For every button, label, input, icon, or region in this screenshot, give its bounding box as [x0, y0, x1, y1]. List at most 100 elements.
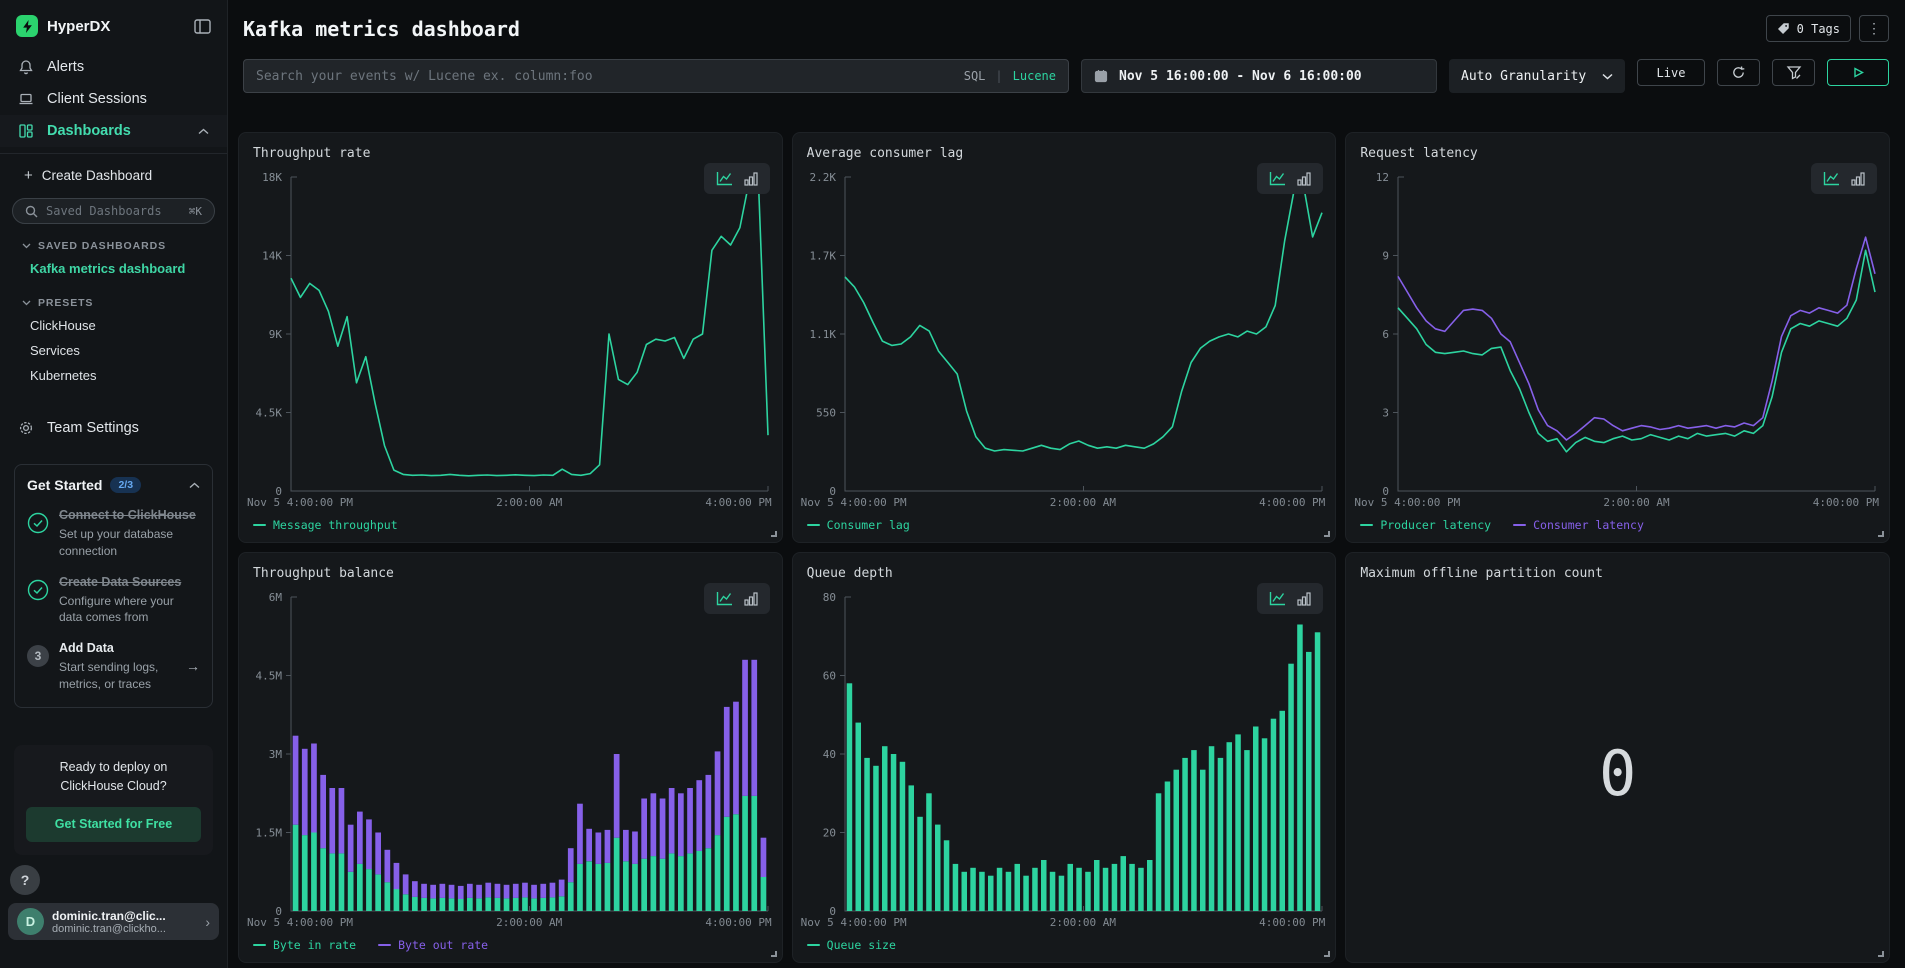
svg-text:2.2K: 2.2K: [809, 171, 836, 184]
step-title: Connect to ClickHouse: [59, 508, 196, 522]
chart-area[interactable]: 0: [1352, 585, 1883, 962]
legend-item[interactable]: Byte in rate: [253, 938, 356, 952]
svg-text:3: 3: [1383, 407, 1390, 420]
sidebar-item-dashboards[interactable]: Dashboards: [0, 115, 227, 147]
section-presets[interactable]: PRESETS: [0, 281, 227, 313]
panel-average-consumer-lag: Average consumer lag 05501.1K1.7K2.2K No…: [792, 132, 1337, 543]
sidebar-item-label: Dashboards: [47, 123, 131, 139]
progress-badge: 2/3: [110, 477, 141, 493]
preset-clickhouse[interactable]: ClickHouse: [0, 313, 227, 338]
arrow-right-icon: →: [186, 658, 200, 674]
line-chart-icon[interactable]: [1269, 591, 1286, 606]
resize-handle[interactable]: [771, 531, 777, 537]
chart-legend: Message throughput: [239, 509, 782, 542]
resize-handle[interactable]: [1878, 531, 1884, 537]
panel-throughput-balance: Throughput balance 01.5M3M4.5M6M Nov 5 4…: [238, 552, 783, 963]
bar-chart-icon[interactable]: [1297, 171, 1311, 186]
legend-swatch: [253, 524, 266, 526]
chart-area[interactable]: 01.5M3M4.5M6M: [245, 585, 776, 915]
preset-services[interactable]: Services: [0, 338, 227, 363]
event-search[interactable]: SQL | Lucene: [243, 59, 1069, 93]
legend-item[interactable]: Message throughput: [253, 518, 398, 532]
live-button[interactable]: Live: [1637, 59, 1705, 86]
svg-text:9: 9: [1383, 250, 1390, 263]
line-chart-icon[interactable]: [716, 591, 733, 606]
svg-text:4.5M: 4.5M: [256, 670, 283, 683]
line-chart-icon[interactable]: [1823, 171, 1840, 186]
sidebar-item-alerts[interactable]: Alerts: [0, 51, 227, 83]
calendar-icon: [1094, 69, 1108, 83]
chart-type-toggle[interactable]: [704, 583, 770, 614]
chart-legend: Queue size: [793, 929, 1336, 962]
line-chart-icon[interactable]: [716, 171, 733, 186]
resize-handle[interactable]: [771, 951, 777, 957]
panel-title: Queue depth: [807, 566, 893, 581]
saved-dashboards-search-input[interactable]: [46, 204, 181, 218]
get-started-free-button[interactable]: Get Started for Free: [26, 807, 201, 842]
svg-text:550: 550: [816, 407, 836, 420]
sidebar-item-client-sessions[interactable]: Client Sessions: [0, 83, 227, 115]
legend-swatch: [1513, 524, 1526, 526]
x-axis-labels: Nov 5 4:00:00 PM2:00:00 AM4:00:00 PM: [239, 915, 782, 929]
collapse-sidebar-icon[interactable]: [194, 19, 211, 34]
more-options-button[interactable]: ⋮: [1859, 15, 1889, 42]
saved-dashboard-kafka[interactable]: Kafka metrics dashboard: [0, 256, 227, 281]
chart-area[interactable]: 020406080: [799, 585, 1330, 915]
sql-mode-toggle[interactable]: SQL: [964, 69, 986, 83]
legend-item[interactable]: Queue size: [807, 938, 896, 952]
bar-chart-icon[interactable]: [1297, 591, 1311, 606]
legend-item[interactable]: Producer latency: [1360, 518, 1491, 532]
chart-area[interactable]: 04.5K9K14K18K: [245, 165, 776, 495]
chevron-up-icon[interactable]: [198, 128, 209, 135]
saved-dashboards-search[interactable]: ⌘K: [12, 198, 215, 224]
search-icon: [25, 205, 38, 218]
chart-type-toggle[interactable]: [1811, 163, 1877, 194]
user-menu[interactable]: D dominic.tran@clic... dominic.tran@clic…: [8, 903, 219, 940]
resize-handle[interactable]: [1324, 951, 1330, 957]
svg-text:6M: 6M: [269, 591, 283, 604]
panel-queue-depth: Queue depth 020406080 Nov 5 4:00:00 PM2:…: [792, 552, 1337, 963]
chart-legend: Byte in rate Byte out rate: [239, 929, 782, 962]
step-add-data[interactable]: 3 Add Data Start sending logs, metrics, …: [27, 639, 200, 693]
legend-item[interactable]: Consumer latency: [1513, 518, 1644, 532]
lucene-mode-toggle[interactable]: Lucene: [1013, 69, 1056, 83]
preset-kubernetes[interactable]: Kubernetes: [0, 363, 227, 388]
chart-type-toggle[interactable]: [704, 163, 770, 194]
step-connect-clickhouse[interactable]: Connect to ClickHouse Set up your databa…: [27, 506, 200, 560]
sidebar-item-team-settings[interactable]: Team Settings: [0, 412, 227, 444]
line-chart-icon[interactable]: [1269, 171, 1286, 186]
svg-text:1.1K: 1.1K: [809, 328, 836, 341]
filter-button[interactable]: [1772, 59, 1815, 86]
chart-type-toggle[interactable]: [1257, 163, 1323, 194]
refresh-button[interactable]: [1717, 59, 1760, 86]
chart-type-toggle[interactable]: [1257, 583, 1323, 614]
panel-title: Throughput rate: [253, 146, 370, 161]
chevron-up-icon[interactable]: [189, 482, 200, 489]
tag-icon: [1777, 22, 1790, 35]
chart-area[interactable]: 05501.1K1.7K2.2K: [799, 165, 1330, 495]
granularity-select[interactable]: Auto Granularity: [1449, 59, 1625, 93]
legend-item[interactable]: Byte out rate: [378, 938, 488, 952]
date-range-label: Nov 5 16:00:00 - Nov 6 16:00:00: [1119, 69, 1362, 84]
run-query-button[interactable]: [1827, 59, 1889, 86]
bar-chart-icon[interactable]: [744, 171, 758, 186]
resize-handle[interactable]: [1324, 531, 1330, 537]
event-search-input[interactable]: [256, 69, 954, 84]
tags-button[interactable]: 0 Tags: [1766, 15, 1851, 42]
create-dashboard-button[interactable]: + Create Dashboard: [0, 154, 227, 192]
legend-item[interactable]: Consumer lag: [807, 518, 910, 532]
chart-area[interactable]: 036912: [1352, 165, 1883, 495]
section-saved-dashboards[interactable]: SAVED DASHBOARDS: [0, 224, 227, 256]
bar-chart-icon[interactable]: [744, 591, 758, 606]
bar-chart-icon[interactable]: [1851, 171, 1865, 186]
step-number-badge: 3: [27, 645, 49, 667]
svg-text:20: 20: [822, 827, 835, 840]
step-create-data-sources[interactable]: Create Data Sources Configure where your…: [27, 573, 200, 627]
resize-handle[interactable]: [1878, 951, 1884, 957]
help-button[interactable]: ?: [10, 865, 40, 895]
user-email: dominic.tran@clickho...: [52, 923, 197, 935]
step-desc: Configure where your data comes from: [59, 593, 200, 627]
date-range-picker[interactable]: Nov 5 16:00:00 - Nov 6 16:00:00: [1081, 59, 1437, 93]
x-axis-labels: Nov 5 4:00:00 PM2:00:00 AM4:00:00 PM: [1346, 495, 1889, 509]
svg-text:80: 80: [822, 591, 835, 604]
